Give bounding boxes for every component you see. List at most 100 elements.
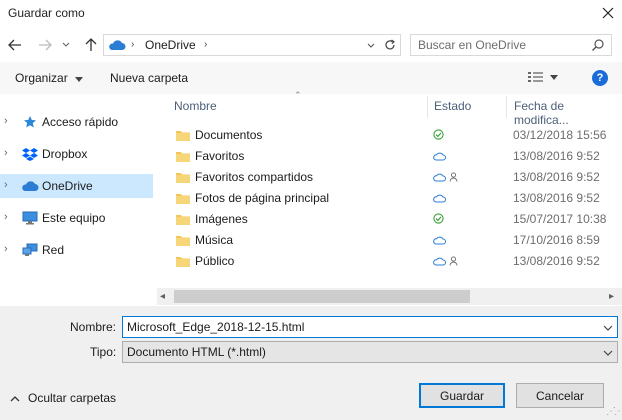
cloud-icon [21, 178, 39, 194]
file-date: 13/08/2016 9:52 [513, 170, 600, 184]
resize-grip-icon[interactable]: ⋰⋰ [606, 406, 622, 417]
column-header-date[interactable]: Fecha de modifica... [514, 99, 622, 127]
sidebar-item-quick-access[interactable]: › Acceso rápido [0, 110, 153, 134]
file-name: Imágenes [195, 212, 248, 226]
sort-ascending-icon: ⌃ [294, 90, 302, 100]
file-row[interactable]: Fotos de página principal 13/08/2016 9:52 [157, 188, 622, 209]
sync-status [433, 192, 446, 206]
sidebar-item-network[interactable]: › Red [0, 238, 153, 262]
details-view-icon [528, 72, 543, 82]
search-placeholder: Buscar en OneDrive [418, 38, 527, 52]
address-bar[interactable]: › OneDrive › [103, 34, 401, 56]
save-form: Nombre: Microsoft_Edge_2018-12-15.html T… [0, 306, 622, 420]
organize-label: Organizar [15, 71, 68, 85]
sync-status [433, 255, 458, 269]
file-name: Público [195, 254, 235, 268]
window-title: Guardar como [8, 6, 85, 20]
file-row[interactable]: Favoritos 13/08/2016 9:52 [157, 146, 622, 167]
file-type-select[interactable]: Documento HTML (*.html) [122, 341, 618, 363]
scrollbar-thumb[interactable] [174, 290, 470, 303]
file-date: 13/08/2016 9:52 [513, 191, 600, 205]
file-row[interactable]: Público 13/08/2016 9:52 [157, 251, 622, 272]
expand-chevron-icon[interactable]: › [4, 179, 8, 191]
file-date: 15/07/2017 10:38 [513, 212, 607, 226]
sidebar-item-this-pc[interactable]: › Este equipo [0, 206, 153, 230]
horizontal-scrollbar[interactable]: ◂ ▸ [157, 288, 622, 305]
onedrive-cloud-icon [108, 39, 126, 54]
organize-button[interactable]: Organizar [15, 71, 84, 85]
file-row[interactable]: Imágenes 15/07/2017 10:38 [157, 209, 622, 230]
folder-icon [176, 213, 190, 228]
file-row[interactable]: Música 17/10/2016 8:59 [157, 230, 622, 251]
computer-icon [21, 210, 39, 226]
refresh-icon[interactable] [382, 37, 398, 53]
file-name-label: Nombre: [70, 320, 117, 334]
search-field[interactable]: Buscar en OneDrive [410, 34, 612, 56]
sidebar-item-label: Dropbox [42, 147, 88, 161]
breadcrumb-onedrive[interactable]: OneDrive [145, 38, 196, 52]
sync-status [433, 129, 444, 143]
search-icon[interactable] [591, 38, 605, 55]
folder-icon [176, 150, 190, 165]
sync-status [433, 150, 446, 164]
recent-locations-chevron-icon[interactable] [60, 35, 72, 55]
dropbox-icon [21, 146, 39, 162]
sidebar-item-dropbox[interactable]: › Dropbox [0, 142, 153, 166]
shared-person-icon [449, 255, 458, 269]
folder-icon [176, 234, 190, 249]
file-name: Favoritos compartidos [195, 170, 314, 184]
hide-folders-label: Ocultar carpetas [28, 391, 117, 405]
folder-icon [176, 129, 190, 144]
cancel-button[interactable]: Cancelar [516, 383, 604, 408]
file-name-value[interactable]: Microsoft_Edge_2018-12-15.html [127, 320, 304, 334]
chevron-down-icon[interactable] [603, 321, 613, 335]
file-date: 13/08/2016 9:52 [513, 254, 600, 268]
expand-chevron-icon[interactable]: › [4, 211, 8, 223]
command-toolbar: Organizar Nueva carpeta ? [0, 62, 622, 94]
hide-folders-toggle[interactable]: Ocultar carpetas [10, 391, 116, 405]
file-name: Fotos de página principal [195, 191, 330, 205]
column-divider[interactable] [427, 96, 428, 118]
network-icon [21, 242, 39, 258]
forward-arrow-icon[interactable] [36, 35, 54, 55]
file-row[interactable]: Documentos 03/12/2018 15:56 [157, 125, 622, 146]
file-type-value: Documento HTML (*.html) [127, 345, 266, 359]
breadcrumb-separator-icon[interactable]: › [204, 39, 207, 50]
column-divider[interactable] [506, 96, 507, 118]
sidebar-item-label: OneDrive [42, 179, 93, 193]
file-date: 03/12/2018 15:56 [513, 128, 607, 142]
file-row[interactable]: Favoritos compartidos 13/08/2016 9:52 [157, 167, 622, 188]
navigation-pane: › Acceso rápido › Dropbox › OneDrive › E… [0, 94, 155, 306]
chevron-down-icon[interactable] [603, 346, 613, 360]
back-arrow-icon[interactable] [6, 35, 24, 55]
save-button[interactable]: Guardar [419, 383, 505, 408]
column-header-name[interactable]: Nombre [174, 99, 217, 113]
synced-check-icon [433, 213, 444, 227]
folder-icon [176, 171, 190, 186]
expand-chevron-icon[interactable]: › [4, 147, 8, 159]
file-date: 17/10/2016 8:59 [513, 233, 600, 247]
cloud-online-icon [433, 171, 446, 185]
chevron-up-icon [10, 395, 20, 401]
sidebar-item-onedrive[interactable]: › OneDrive [0, 174, 153, 198]
scroll-right-arrow-icon[interactable]: ▸ [609, 291, 614, 302]
expand-chevron-icon[interactable]: › [4, 115, 8, 127]
up-arrow-icon[interactable] [82, 35, 100, 55]
sidebar-item-label: Red [42, 243, 65, 257]
help-icon[interactable]: ? [592, 70, 608, 86]
address-dropdown-icon[interactable] [364, 38, 378, 54]
column-header-status[interactable]: Estado [434, 99, 471, 113]
new-folder-button[interactable]: Nueva carpeta [110, 71, 188, 85]
file-name-field[interactable]: Microsoft_Edge_2018-12-15.html [122, 316, 618, 338]
cloud-online-icon [433, 255, 446, 269]
cloud-online-icon [433, 234, 446, 248]
cloud-online-icon [433, 150, 446, 164]
shared-person-icon [449, 171, 458, 185]
breadcrumb-separator-icon[interactable]: › [131, 39, 134, 50]
scroll-left-arrow-icon[interactable]: ◂ [160, 291, 165, 302]
view-options-button[interactable] [528, 71, 558, 83]
synced-check-icon [433, 129, 444, 143]
expand-chevron-icon[interactable]: › [4, 243, 8, 255]
close-icon[interactable] [598, 2, 618, 24]
sync-status [433, 234, 446, 248]
